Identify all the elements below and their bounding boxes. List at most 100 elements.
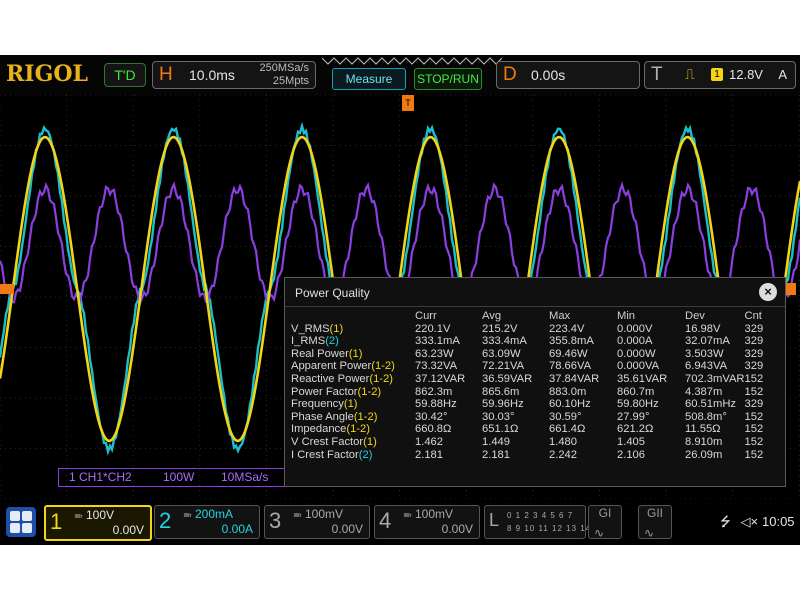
table-row: I_RMS(2) 333.1mA 333.4mA 355.8mA 0.000A 32.07…	[291, 335, 781, 348]
channel-number: 3	[269, 508, 282, 533]
table-cell: 1.480	[549, 435, 577, 448]
home-menu-icon[interactable]	[6, 507, 36, 537]
timebase-value: 10.0ms	[189, 67, 235, 83]
coupling-icon: ≕	[183, 510, 192, 520]
measurement-name: Frequency(1)	[291, 398, 415, 411]
math-channel-name: 1 CH1*CH2	[69, 470, 132, 484]
trigger-level: 12.8V	[729, 67, 763, 82]
table-cell: 660.8Ω	[415, 423, 452, 436]
table-cell: 651.1Ω	[482, 423, 519, 436]
table-cell: 152	[744, 423, 764, 436]
trigger-position-marker[interactable]: T	[402, 95, 414, 111]
table-row: Phase Angle(1-2) 30.42° 30.03° 30.59° 27.99°…	[291, 411, 781, 424]
channel-offset-marker[interactable]	[0, 284, 14, 294]
delay-label: D	[503, 64, 517, 85]
math-channel-label[interactable]: 1 CH1*CH2 100W 10MSa/s	[58, 468, 292, 487]
table-cell: 0.000VA	[617, 360, 660, 373]
measurement-label: I_RMS	[291, 335, 326, 348]
table-cell: 329	[744, 347, 764, 360]
table-cell: 329	[744, 322, 764, 335]
column-header: Avg	[482, 310, 502, 322]
bottom-channel-bar: 1 ≕ 100V 0.00V 2 ≕ 200mA 0.00A 3 ≕ 100mV…	[0, 499, 800, 545]
table-cell: 215.2V	[482, 322, 518, 335]
speaker-mute-icon[interactable]: ◁×	[740, 514, 758, 529]
column-header: Dev	[685, 310, 705, 322]
brand-logo: RIGOL	[6, 61, 88, 87]
table-cell: 883.0m	[549, 385, 587, 398]
column-header: Max	[549, 310, 571, 322]
stop-run-button[interactable]: STOP/RUN	[414, 68, 482, 90]
table-row: Real Power(1) 63.23W 63.09W 69.46W 0.000W 3.5…	[291, 348, 781, 361]
table-cell: 30.59°	[549, 410, 582, 423]
table-row: V_RMS(1) 220.1V 215.2V 223.4V 0.000V 16.98V 32…	[291, 323, 781, 336]
logic-digits-low: 0 1 2 3 4 5 6 7	[507, 511, 574, 520]
measurement-label: V Crest Factor	[291, 435, 364, 448]
table-cell: 30.42°	[415, 410, 448, 423]
table-cell: 30.03°	[482, 410, 515, 423]
table-cell: 661.4Ω	[549, 423, 586, 436]
memory-position-indicator	[322, 57, 502, 65]
measurement-name: Impedance(1-2)	[291, 423, 415, 436]
channel-3-panel[interactable]: 3 ≕ 100mV 0.00V	[264, 505, 370, 539]
table-cell: 8.910m	[685, 435, 723, 448]
table-cell: 152	[744, 410, 764, 423]
sample-rate: 250MSa/s	[259, 62, 309, 74]
measurement-source: (1)	[348, 347, 363, 360]
sine-wave-icon: ∿	[594, 526, 605, 540]
column-header	[291, 310, 415, 323]
table-cell: 152	[744, 448, 764, 461]
measurement-label: Power Factor	[291, 385, 358, 398]
power-quality-title: Power Quality	[295, 286, 370, 300]
measurement-name: Apparent Power(1-2)	[291, 360, 415, 373]
measurement-label: V_RMS	[291, 322, 330, 335]
table-cell: 0.000V	[617, 322, 653, 335]
table-row: Power Factor(1-2) 862.3m 865.6m 883.0m 860.7…	[291, 386, 781, 399]
table-cell: 16.98V	[685, 322, 721, 335]
delay-panel[interactable]: D 0.00s	[496, 61, 640, 89]
memory-depth: 25Mpts	[272, 75, 309, 87]
power-quality-window[interactable]: Power Quality × Curr Avg Max Min Dev Cnt…	[284, 277, 786, 487]
table-cell: 152	[744, 435, 764, 448]
measurement-source: (1)	[343, 398, 358, 411]
trigger-label: T	[651, 64, 663, 85]
close-icon[interactable]: ×	[759, 283, 777, 301]
table-cell: 63.23W	[415, 347, 454, 360]
table-cell: 223.4V	[549, 322, 585, 335]
channel-4-panel[interactable]: 4 ≕ 100mV 0.00V	[374, 505, 480, 539]
system-clock: 10:05	[762, 514, 795, 529]
measure-button[interactable]: Measure	[332, 68, 406, 90]
logic-label: L	[489, 510, 500, 530]
sine-wave-icon: ∿	[644, 526, 655, 540]
table-cell: 59.80Hz	[617, 398, 659, 411]
measurement-name: I Crest Factor(2)	[291, 449, 415, 462]
table-cell: 36.59VAR	[482, 372, 533, 385]
table-row: Frequency(1) 59.88Hz 59.96Hz 60.10Hz 59.80Hz…	[291, 398, 781, 411]
table-cell: 621.2Ω	[617, 423, 654, 436]
table-cell: 11.55Ω	[685, 423, 721, 436]
channel-scale: 100mV	[305, 507, 344, 521]
table-header-row: Curr Avg Max Min Dev Cnt	[291, 310, 781, 323]
horizontal-timebase-panel[interactable]: H 10.0ms 250MSa/s 25Mpts	[152, 61, 316, 89]
table-cell: 0.000A	[617, 335, 653, 348]
power-quality-table: Curr Avg Max Min Dev Cnt V_RMS(1) 220.1V 2…	[291, 310, 781, 461]
table-cell: 333.4mA	[482, 335, 527, 348]
generator-2-button[interactable]: GII ∿	[638, 505, 672, 540]
trigger-panel[interactable]: T ⎍ 1 12.8V A	[644, 61, 796, 89]
channel-number: 2	[159, 508, 172, 533]
table-cell: 1.449	[482, 435, 510, 448]
measurement-label: Frequency	[291, 398, 344, 411]
table-cell: 37.84VAR	[549, 372, 600, 385]
coupling-icon: ≕	[293, 510, 302, 520]
horizontal-label: H	[159, 64, 173, 85]
usb-icon[interactable]: ⭍	[720, 514, 731, 529]
trigger-level-marker[interactable]	[786, 283, 796, 295]
channel-offset: 0.00A	[221, 522, 253, 536]
table-cell: 865.6m	[482, 385, 520, 398]
channel-1-panel[interactable]: 1 ≕ 100V 0.00V	[44, 505, 152, 541]
measurement-source: (2)	[325, 335, 339, 348]
logic-analyzer-panel[interactable]: L 0 1 2 3 4 5 6 7 8 9 10 11 12 13 14 15	[484, 505, 604, 539]
measurement-label: Apparent Power	[291, 360, 372, 373]
channel-2-panel[interactable]: 2 ≕ 200mA 0.00A	[154, 505, 260, 539]
measurement-label: Real Power	[291, 347, 349, 360]
generator-1-button[interactable]: GI ∿	[588, 505, 622, 540]
